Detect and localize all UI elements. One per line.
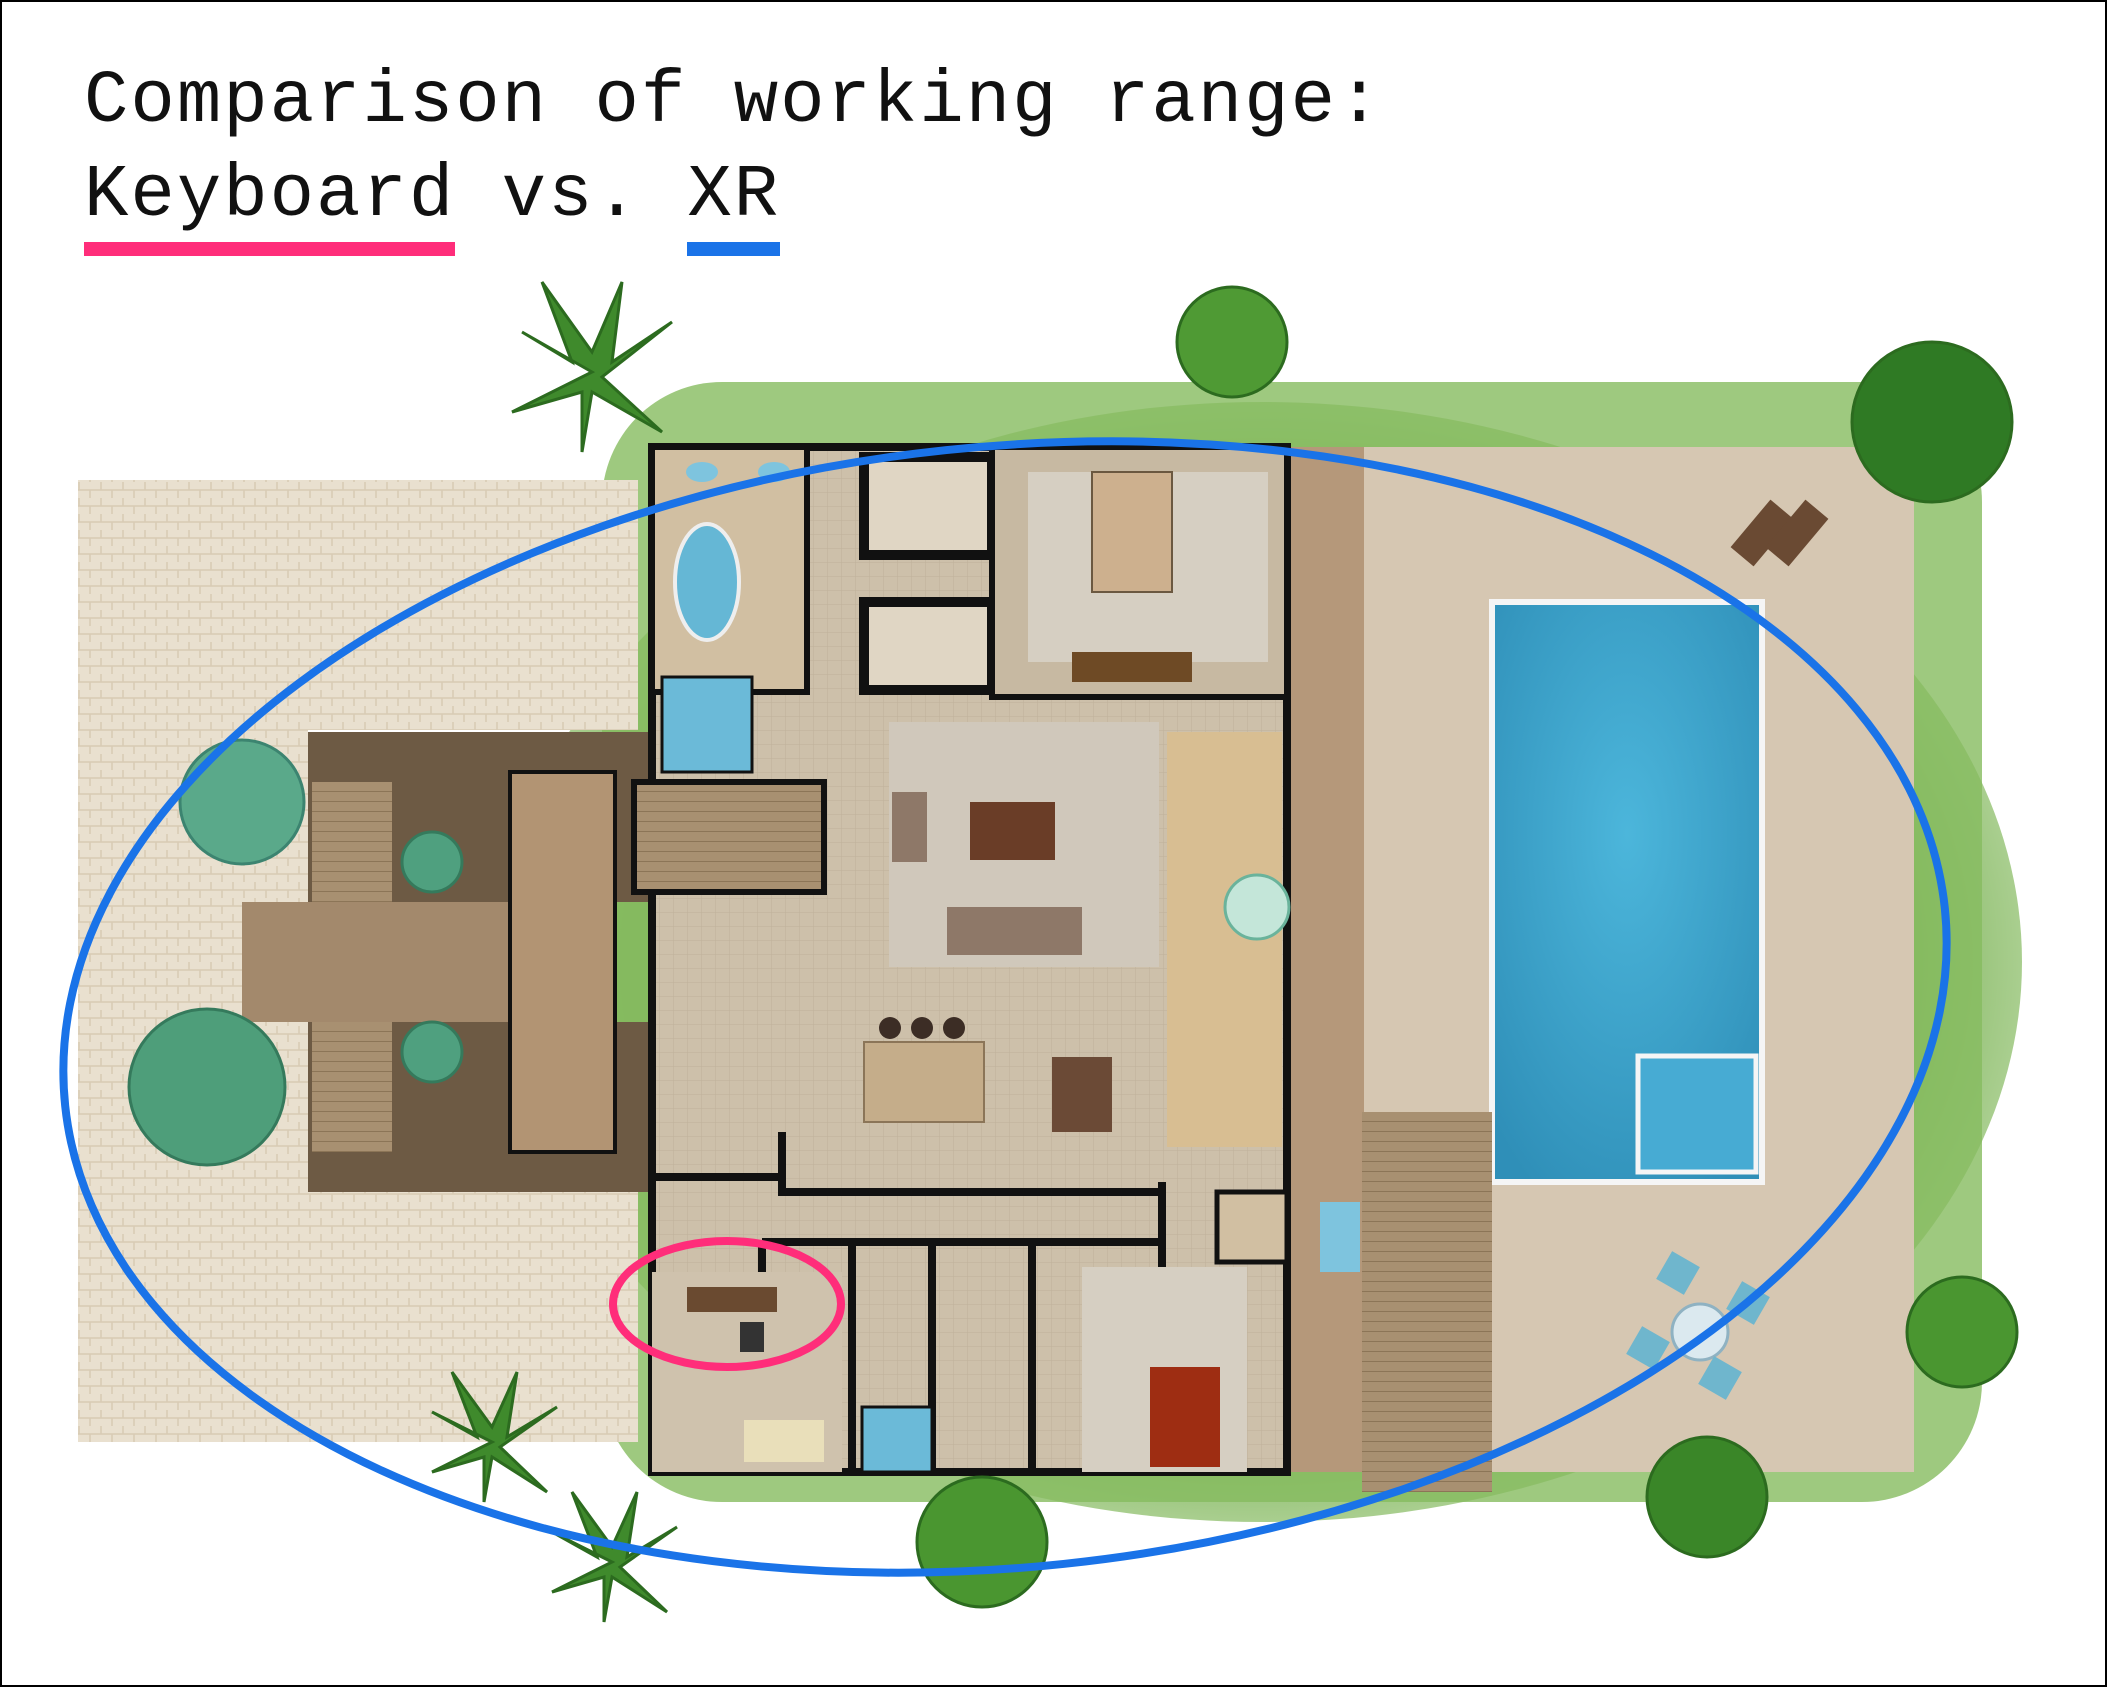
spa	[1635, 1053, 1759, 1175]
title-line-2: Keyboard vs. XR	[84, 154, 781, 256]
entry-steps	[242, 902, 512, 1022]
keyboard-label: Keyboard	[84, 154, 456, 256]
entry-bridge-bottom	[312, 1022, 392, 1152]
xr-label: XR	[687, 154, 781, 256]
entry-porch	[508, 770, 617, 1154]
entry-bridge-top	[312, 782, 392, 902]
figure-frame: Comparison of working range: Keyboard vs…	[0, 0, 2107, 1687]
title-line-1: Comparison of working range:	[84, 60, 1383, 144]
title-text: Comparison of working range:	[84, 60, 1384, 144]
house	[631, 443, 1360, 1476]
vs-label: vs.	[455, 154, 688, 238]
lanai	[1284, 447, 1364, 1472]
side-deck	[1362, 1112, 1492, 1492]
